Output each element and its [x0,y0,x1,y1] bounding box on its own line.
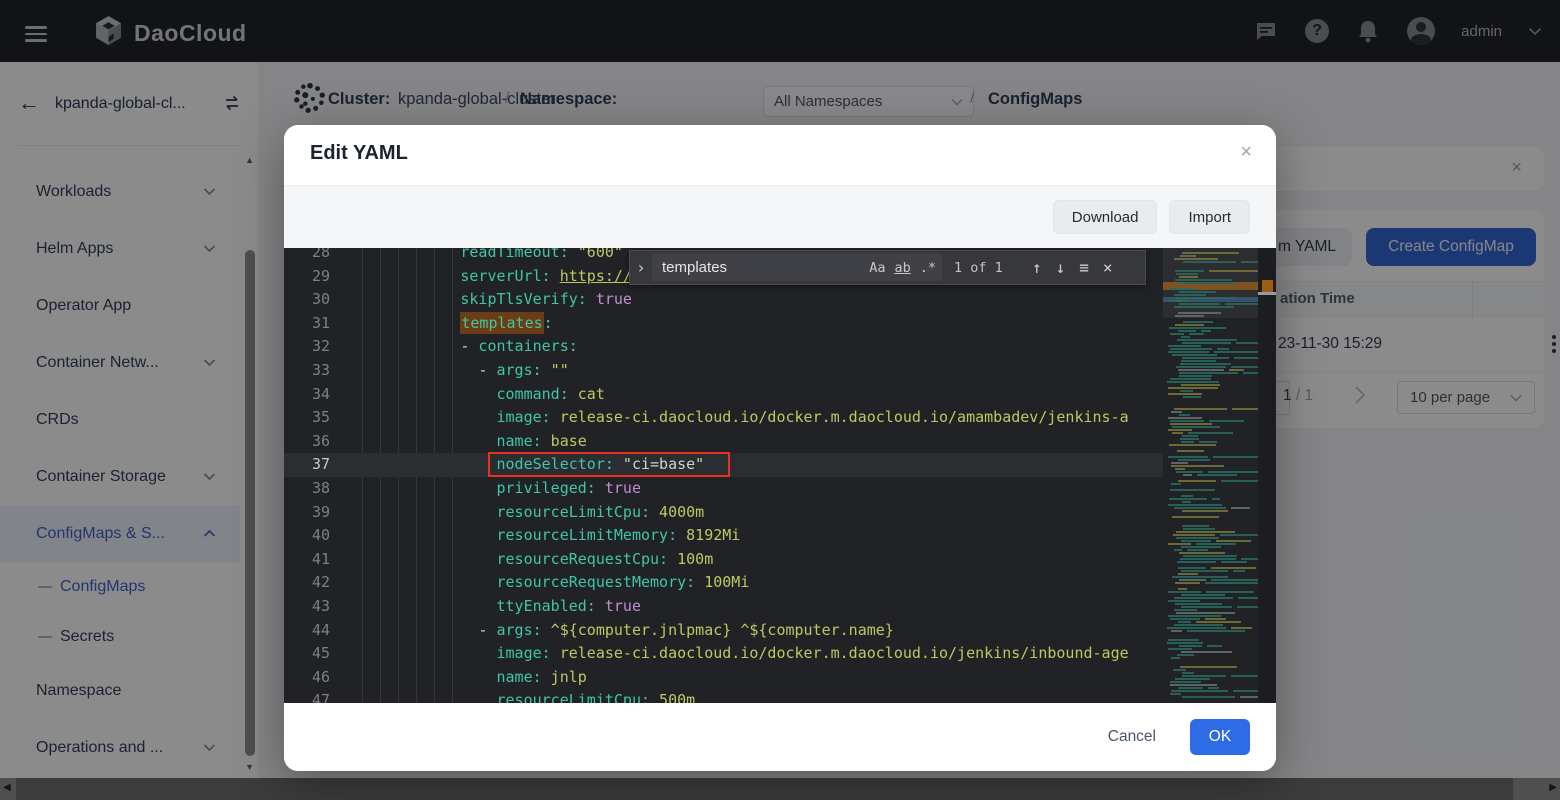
code-line-40[interactable]: resourceLimitMemory: 8192Mi [352,524,1276,548]
find-next-icon[interactable]: ↓ [1056,258,1066,277]
code-line-33[interactable]: - args: "" [352,359,1276,383]
yaml-editor[interactable]: 2829303132333435363738394041424344454647… [284,248,1276,703]
modal-toolbar: Download Import [284,186,1276,248]
match-case-icon[interactable]: Aa [869,260,885,276]
code-line-39[interactable]: resourceLimitCpu: 4000m [352,501,1276,525]
edit-yaml-modal: Edit YAML × Download Import 282930313233… [284,125,1276,771]
modal-title: Edit YAML [310,142,408,165]
code-lines: readTimeout: "600"serverUrl: https://ski… [352,248,1276,703]
import-button[interactable]: Import [1169,200,1250,234]
modal-footer: Cancel OK [284,703,1276,771]
code-line-41[interactable]: resourceRequestCpu: 100m [352,548,1276,572]
modal-close-icon[interactable]: × [1240,141,1252,164]
code-line-37[interactable]: nodeSelector: "ci=base" [352,453,1276,477]
find-prev-icon[interactable]: ↑ [1032,258,1042,277]
code-line-42[interactable]: resourceRequestMemory: 100Mi [352,571,1276,595]
find-results-count: 1 of 1 [954,260,1018,276]
find-query: templates [662,259,860,276]
code-line-30[interactable]: skipTlsVerify: true [352,288,1276,312]
code-line-44[interactable]: - args: ^${computer.jnlpmac} ^${computer… [352,619,1276,643]
overview-ruler [1258,248,1276,703]
find-in-selection-icon[interactable]: ≡ [1079,258,1089,277]
whole-word-icon[interactable]: ab [894,260,910,276]
cancel-button[interactable]: Cancel [1108,728,1156,746]
code-line-32[interactable]: - containers: [352,335,1276,359]
download-button[interactable]: Download [1053,200,1158,234]
code-line-38[interactable]: privileged: true [352,477,1276,501]
find-input[interactable]: templates Aa ab .* [652,254,942,281]
code-line-47[interactable]: resourceLimitCpu: 500m [352,689,1276,703]
code-line-35[interactable]: image: release-ci.daocloud.io/docker.m.d… [352,406,1276,430]
find-collapse-icon[interactable]: › [630,258,652,277]
code-line-43[interactable]: ttyEnabled: true [352,595,1276,619]
code-line-36[interactable]: name: base [352,430,1276,454]
code-line-45[interactable]: image: release-ci.daocloud.io/docker.m.d… [352,642,1276,666]
minimap[interactable] [1163,248,1258,703]
gutter: 2829303132333435363738394041424344454647 [284,248,330,703]
code-line-34[interactable]: command: cat [352,383,1276,407]
find-close-icon[interactable]: × [1103,258,1113,277]
ok-button[interactable]: OK [1190,719,1250,755]
find-widget: › templates Aa ab .* 1 of 1 ↑ ↓ ≡ × [629,250,1146,285]
ruler-match-marker [1262,280,1273,292]
ruler-line-marker [1258,292,1276,295]
red-annotation-box: nodeSelector: "ci=base" [488,452,730,477]
code-line-31[interactable]: templates: [352,312,1276,336]
regex-icon[interactable]: .* [920,260,936,276]
code-line-46[interactable]: name: jnlp [352,666,1276,690]
